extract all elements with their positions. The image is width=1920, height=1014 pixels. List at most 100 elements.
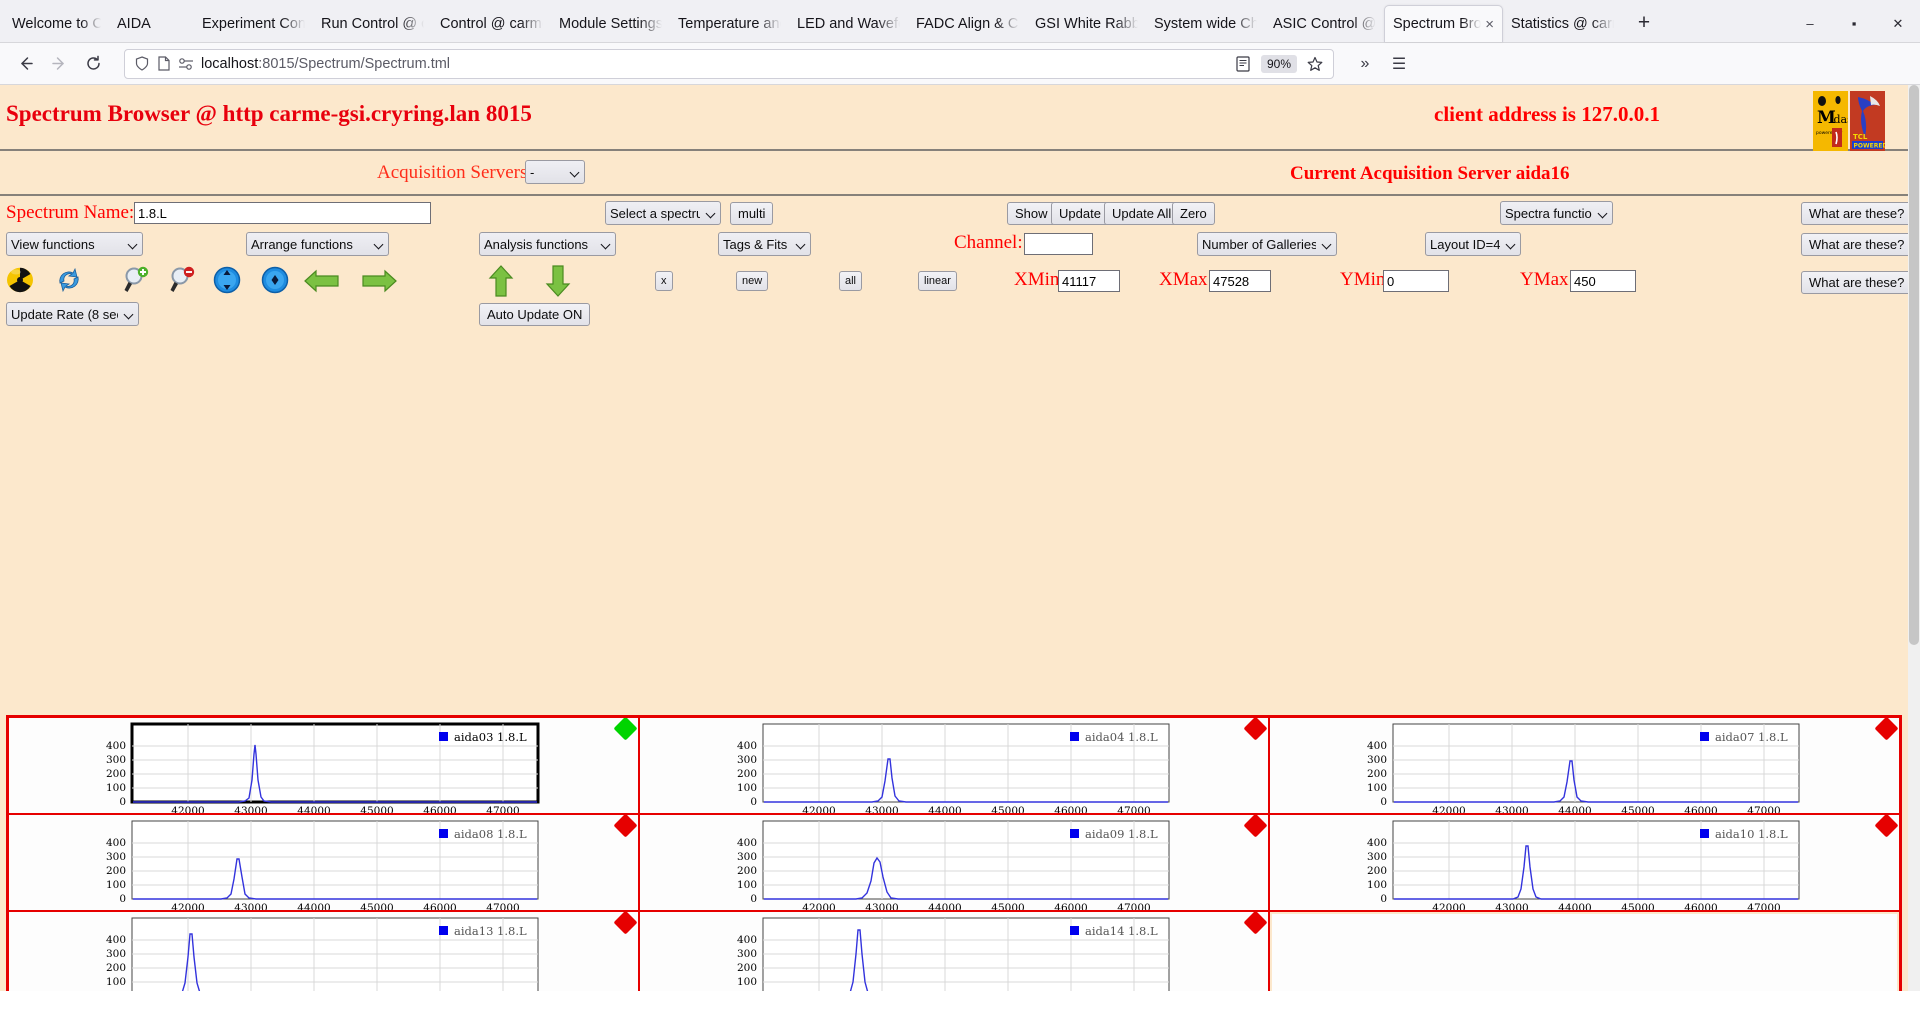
what-are-these-button-3[interactable]: What are these? — [1801, 271, 1913, 294]
linear-button[interactable]: linear — [918, 271, 957, 291]
auto-update-button[interactable]: Auto Update ON — [479, 303, 591, 326]
x-button[interactable]: x — [655, 271, 673, 291]
legend-label-aida07: aida07 1.8.L — [1715, 730, 1788, 744]
forward-icon[interactable] — [42, 48, 76, 80]
browser-tab-7[interactable]: LED and Waveform — [789, 5, 908, 42]
reload-icon[interactable] — [76, 48, 110, 80]
what-are-these-button-1[interactable]: What are these? — [1801, 202, 1913, 225]
ymin-input[interactable] — [1383, 270, 1449, 292]
zoom-out-icon[interactable] — [168, 266, 198, 296]
bookmark-star-icon[interactable] — [1303, 56, 1327, 72]
svg-text:100: 100 — [737, 976, 757, 988]
tags-and-fits-wrap: Tags & Fits — [718, 232, 811, 256]
xmax-input[interactable] — [1209, 270, 1271, 292]
svg-text:46000: 46000 — [1685, 805, 1718, 814]
scrollbar-thumb[interactable] — [1909, 85, 1919, 645]
svg-text:200: 200 — [106, 962, 126, 974]
reader-mode-icon[interactable] — [1231, 55, 1255, 72]
plot-aida09[interactable]: 400 300 200 100 0 42000 43000 44000 4500… — [639, 815, 1270, 911]
spectrum-panel-aida04[interactable]: 400 300 200 100 0 42000 43000 44000 4500… — [638, 717, 1270, 814]
plot-aida08[interactable]: 400 300 200 100 0 42000 43000 44000 4500… — [9, 815, 639, 911]
channel-label: Channel: — [954, 232, 1023, 253]
spectrum-panel-aida14[interactable]: 400 300 200 100 0 42000 43000 44000 4500… — [638, 911, 1270, 991]
arrange-functions-dropdown[interactable]: Arrange functions — [246, 232, 389, 256]
spectrum-panel-aida03[interactable]: 400 300 200 100 0 42000 43000 44000 4500… — [8, 717, 639, 814]
ymax-input[interactable] — [1570, 270, 1636, 292]
layout-id-dropdown[interactable]: Layout ID=4 — [1425, 232, 1521, 256]
update-all-button[interactable]: Update All — [1104, 202, 1180, 225]
new-button[interactable]: new — [736, 271, 769, 291]
browser-tab-10[interactable]: System wide Check — [1146, 5, 1265, 42]
browser-tab-0[interactable]: Welcome to Cern — [4, 5, 109, 42]
expand-vertical-icon[interactable] — [213, 266, 243, 296]
what-are-these-button-2[interactable]: What are these? — [1801, 233, 1913, 256]
browser-tab-12[interactable]: Spectrum Browser × — [1384, 5, 1503, 42]
refresh-icon[interactable] — [54, 266, 84, 296]
browser-tab-13[interactable]: Statistics @ carme — [1503, 5, 1622, 42]
multi-button[interactable]: multi — [730, 202, 774, 225]
xmin-input[interactable] — [1058, 270, 1120, 292]
number-of-galleries-dropdown[interactable]: Number of Galleries — [1197, 232, 1337, 256]
update-rate-dropdown[interactable]: Update Rate (8 secs) — [6, 302, 139, 326]
arrow-down-icon[interactable] — [545, 264, 571, 298]
spectrum-panel-aida08[interactable]: 400 300 200 100 0 42000 43000 44000 4500… — [8, 814, 639, 911]
page-scrollbar[interactable] — [1908, 85, 1920, 991]
spectrum-panel-aida13[interactable]: 400 300 200 100 0 42000 43000 44000 4500… — [8, 911, 639, 991]
spectrum-panel-empty[interactable] — [1269, 911, 1900, 991]
arrow-up-icon[interactable] — [488, 264, 514, 298]
spectrum-panel-aida09[interactable]: 400 300 200 100 0 42000 43000 44000 4500… — [638, 814, 1270, 911]
tab-label: AIDA — [117, 15, 151, 32]
arrow-right-icon[interactable] — [360, 268, 398, 298]
svg-text:47000: 47000 — [1117, 902, 1150, 911]
tags-and-fits-dropdown[interactable]: Tags & Fits — [718, 232, 811, 256]
browser-tab-11[interactable]: ASIC Control @ — [1265, 5, 1384, 42]
browser-tab-6[interactable]: Temperature and — [670, 5, 789, 42]
radiation-icon[interactable] — [6, 266, 36, 296]
all-button[interactable]: all — [839, 271, 863, 291]
overflow-menu-icon[interactable]: » — [1348, 48, 1382, 80]
spectrum-name-input[interactable] — [134, 202, 431, 224]
spectrum-panel-aida10[interactable]: 400 300 200 100 0 42000 43000 44000 4500… — [1269, 814, 1900, 911]
tab-label: Control @ carme — [440, 15, 543, 32]
permissions-icon[interactable] — [175, 57, 197, 71]
spectra-functions-dropdown[interactable]: Spectra functions — [1500, 201, 1613, 225]
analysis-functions-dropdown[interactable]: Analysis functions — [479, 232, 616, 256]
arrow-left-icon[interactable] — [303, 268, 341, 298]
svg-text:42000: 42000 — [171, 902, 204, 911]
view-functions-dropdown[interactable]: View functions — [6, 232, 143, 256]
back-icon[interactable] — [8, 48, 42, 80]
collapse-vertical-icon[interactable] — [261, 266, 291, 296]
plot-aida13[interactable]: 400 300 200 100 0 42000 43000 44000 4500… — [9, 912, 639, 991]
update-button[interactable]: Update — [1051, 202, 1109, 225]
spectrum-panel-aida07[interactable]: 400 300 200 100 0 42000 43000 44000 4500… — [1269, 717, 1900, 814]
zoom-level-badge[interactable]: 90% — [1260, 54, 1297, 73]
acquisition-servers-label: Acquisition Servers — [377, 162, 528, 183]
browser-tab-9[interactable]: GSI White Rabbit — [1027, 5, 1146, 42]
browser-tab-2[interactable]: Experiment Control — [194, 5, 313, 42]
browser-tab-8[interactable]: FADC Align & Conf — [908, 5, 1027, 42]
app-menu-icon[interactable]: ☰ — [1382, 48, 1416, 80]
zoom-in-icon[interactable] — [122, 266, 152, 296]
minimize-icon[interactable]: – — [1788, 5, 1832, 42]
browser-tab-5[interactable]: Module Settings — [551, 5, 670, 42]
new-tab-button[interactable]: + — [1628, 7, 1660, 39]
plot-aida10[interactable]: 400 300 200 100 0 42000 43000 44000 4500… — [1270, 815, 1900, 911]
select-spectrum-dropdown[interactable]: Select a spectrum — [605, 201, 721, 225]
plot-aida14[interactable]: 400 300 200 100 0 42000 43000 44000 4500… — [639, 912, 1270, 991]
zero-button[interactable]: Zero — [1172, 202, 1215, 225]
channel-input[interactable] — [1024, 233, 1093, 255]
browser-tab-1[interactable]: AIDA — [109, 5, 194, 42]
acquisition-server-select[interactable]: - — [525, 160, 585, 184]
plot-aida04[interactable]: 400 300 200 100 0 42000 43000 44000 4500… — [639, 718, 1270, 814]
show-button[interactable]: Show — [1007, 202, 1056, 225]
browser-tab-4[interactable]: Control @ carme — [432, 5, 551, 42]
address-bar[interactable]: localhost:8015/Spectrum/Spectrum.tml 90% — [124, 48, 1334, 79]
maximize-icon[interactable]: ▪ — [1832, 5, 1876, 42]
plot-aida07[interactable]: 400 300 200 100 0 42000 43000 44000 4500… — [1270, 718, 1900, 814]
browser-tab-3[interactable]: Run Control @ carme — [313, 5, 432, 42]
plot-aida03[interactable]: 400 300 200 100 0 42000 43000 44000 4500… — [9, 718, 639, 814]
close-window-icon[interactable]: ✕ — [1876, 5, 1920, 42]
svg-text:0: 0 — [119, 796, 126, 808]
tab-label: Module Settings — [559, 15, 662, 32]
close-icon[interactable]: × — [1485, 16, 1494, 33]
